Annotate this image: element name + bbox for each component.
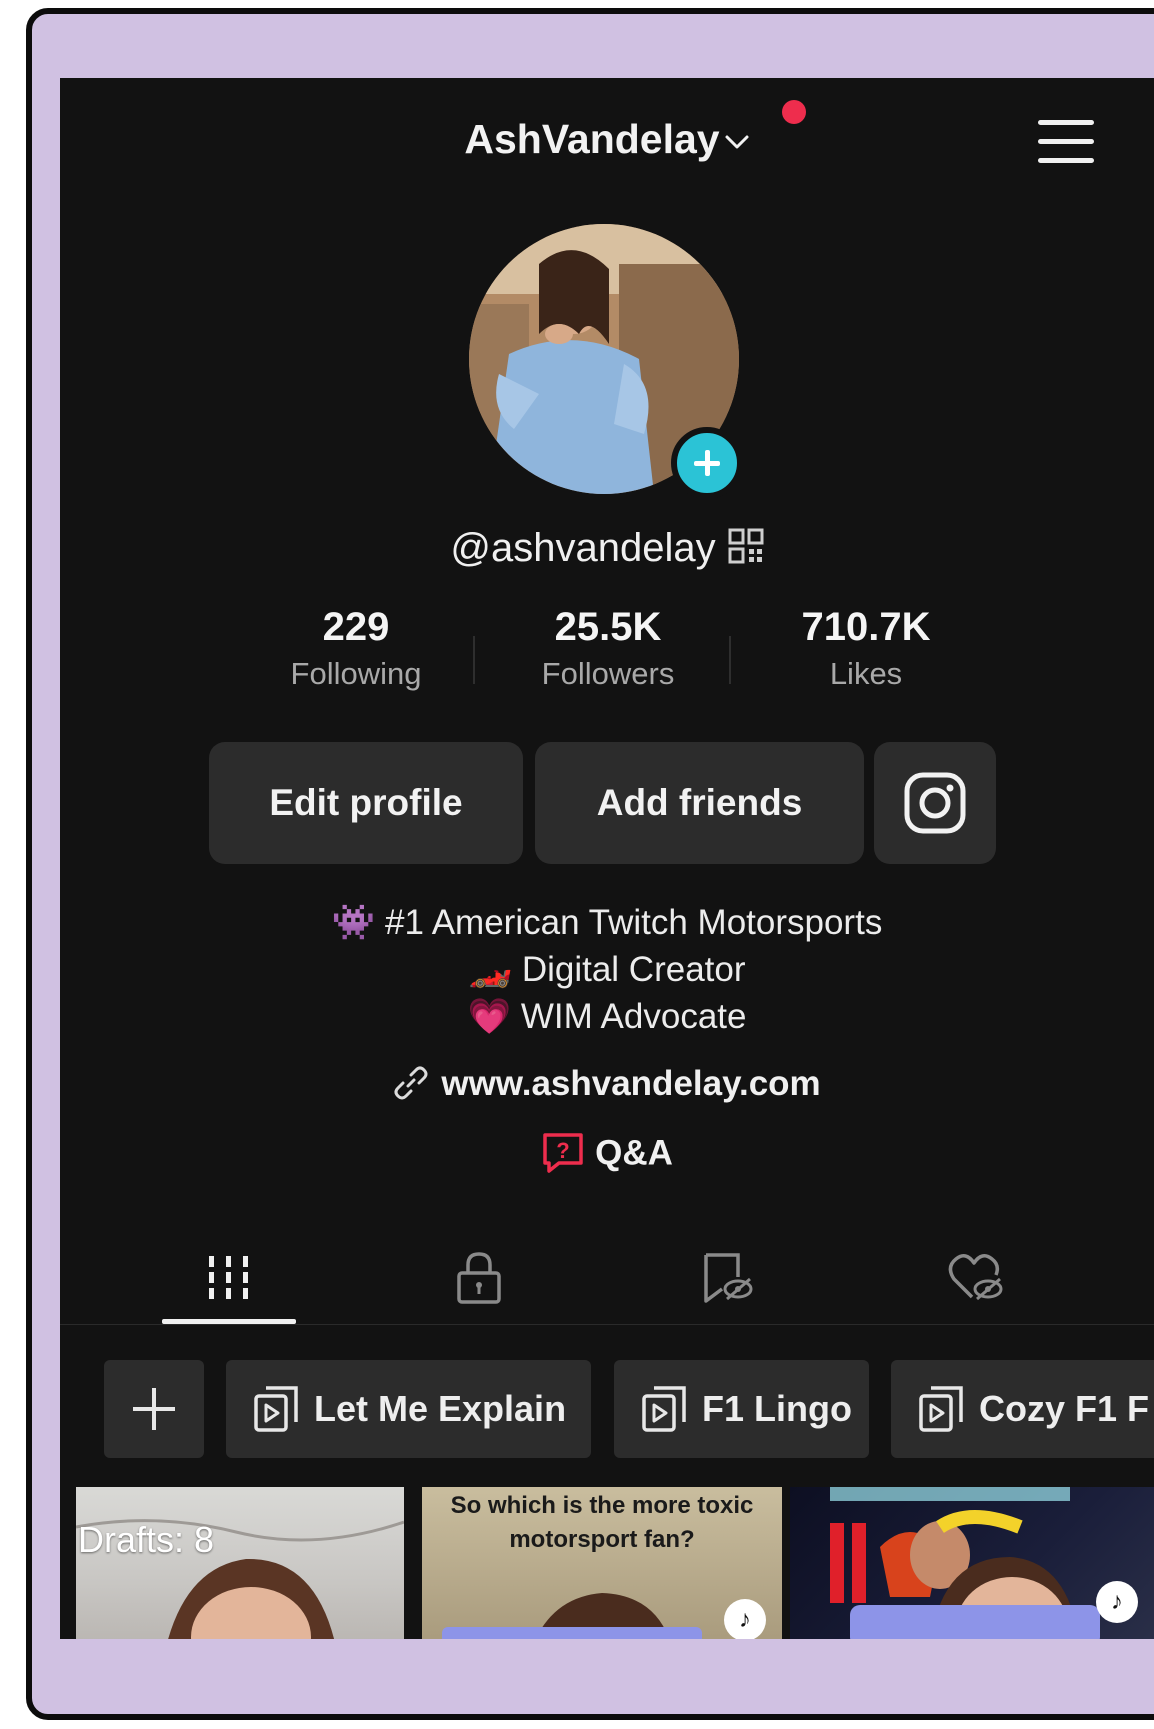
- menu-icon[interactable]: [1038, 120, 1094, 164]
- tab-liked[interactable]: [912, 1238, 1042, 1318]
- drafts-preview: [76, 1519, 404, 1639]
- followers-label: Followers: [541, 656, 675, 691]
- bio-text-3: WIM Advocate: [520, 997, 747, 1036]
- likes-count: 710.7K: [801, 605, 931, 649]
- bio-text-1: #1 American Twitch Motorsports: [384, 903, 883, 942]
- instagram-icon: [904, 772, 966, 834]
- profile-screen: AshVandelay @ashvandelay 229 Following 2…: [60, 78, 1154, 1639]
- edit-profile-label: Edit profile: [269, 782, 463, 823]
- account-switcher[interactable]: AshVandelay: [60, 116, 1154, 163]
- profile-handle-row: @ashvandelay: [60, 526, 1154, 571]
- question-bubble-icon: ?: [543, 1133, 583, 1173]
- link-icon: [394, 1066, 428, 1100]
- stat-divider: [729, 636, 731, 684]
- playlist-icon: [919, 1386, 963, 1432]
- website-link[interactable]: www.ashvandelay.com: [60, 1064, 1154, 1104]
- stat-followers[interactable]: 25.5K Followers: [498, 605, 718, 692]
- tiktok-icon: ♪: [724, 1599, 766, 1639]
- liked-hidden-icon: [948, 1254, 1003, 1301]
- add-avatar-button[interactable]: [671, 427, 743, 499]
- alien-monster-emoji-icon: 👾: [331, 903, 376, 942]
- bio-line-3: 💗 WIM Advocate: [60, 996, 1154, 1037]
- playlist-icon: [642, 1386, 686, 1432]
- bio-line-1: 👾 #1 American Twitch Motorsports: [60, 902, 1154, 943]
- bio-text-2: Digital Creator: [521, 950, 746, 989]
- following-count: 229: [322, 605, 390, 649]
- add-friends-button[interactable]: Add friends: [535, 742, 864, 864]
- playlist-label: Cozy F1 F: [979, 1388, 1150, 1429]
- video-preview: [830, 1487, 1100, 1639]
- account-username: AshVandelay: [464, 116, 720, 162]
- videos-grid-icon: [209, 1256, 248, 1299]
- edit-profile-button[interactable]: Edit profile: [209, 742, 523, 864]
- qa-label: Q&A: [595, 1133, 673, 1173]
- tab-saved[interactable]: [662, 1238, 792, 1318]
- svg-text:?: ?: [556, 1138, 569, 1163]
- racing-car-emoji-icon: 🏎️: [468, 950, 513, 989]
- notification-dot: [782, 100, 806, 124]
- drafts-count: Drafts: 8: [78, 1519, 215, 1560]
- playlist-label: F1 Lingo: [702, 1388, 852, 1429]
- tabs-divider: [60, 1324, 1154, 1325]
- video-thumbnail[interactable]: ♪: [790, 1487, 1154, 1639]
- instagram-button[interactable]: [874, 742, 996, 864]
- website-url: www.ashvandelay.com: [441, 1064, 821, 1103]
- video-thumbnail[interactable]: So which is the more toxic motorsport fa…: [422, 1487, 782, 1639]
- qr-code-icon[interactable]: [728, 528, 764, 564]
- playlist-label: Let Me Explain: [314, 1388, 567, 1429]
- add-playlist-button[interactable]: [104, 1360, 204, 1458]
- playlist-chip[interactable]: Cozy F1 F: [891, 1360, 1154, 1458]
- qa-link[interactable]: ? Q&A: [60, 1133, 1154, 1177]
- chevron-down-icon: [725, 135, 749, 149]
- bio-line-2: 🏎️ Digital Creator: [60, 949, 1154, 990]
- profile-handle: @ashvandelay: [450, 526, 716, 570]
- add-friends-label: Add friends: [596, 782, 803, 823]
- growing-heart-emoji-icon: 💗: [467, 997, 512, 1036]
- followers-count: 25.5K: [554, 605, 662, 649]
- likes-label: Likes: [829, 656, 903, 691]
- saved-hidden-icon: [704, 1253, 753, 1303]
- following-label: Following: [290, 656, 422, 691]
- playlist-chip[interactable]: Let Me Explain: [226, 1360, 591, 1458]
- stat-divider: [473, 636, 475, 684]
- drafts-thumbnail[interactable]: Drafts: 8: [76, 1487, 404, 1639]
- lock-icon: [457, 1252, 501, 1304]
- video-caption: So which is the more toxic motorsport fa…: [450, 1492, 754, 1553]
- playlist-icon: [254, 1386, 298, 1432]
- stat-likes[interactable]: 710.7K Likes: [756, 605, 976, 692]
- tab-private[interactable]: [414, 1238, 544, 1318]
- stat-following[interactable]: 229 Following: [246, 605, 466, 692]
- tiktok-icon: ♪: [1096, 1581, 1138, 1623]
- playlist-chip[interactable]: F1 Lingo: [614, 1360, 869, 1458]
- tab-videos[interactable]: [164, 1238, 294, 1318]
